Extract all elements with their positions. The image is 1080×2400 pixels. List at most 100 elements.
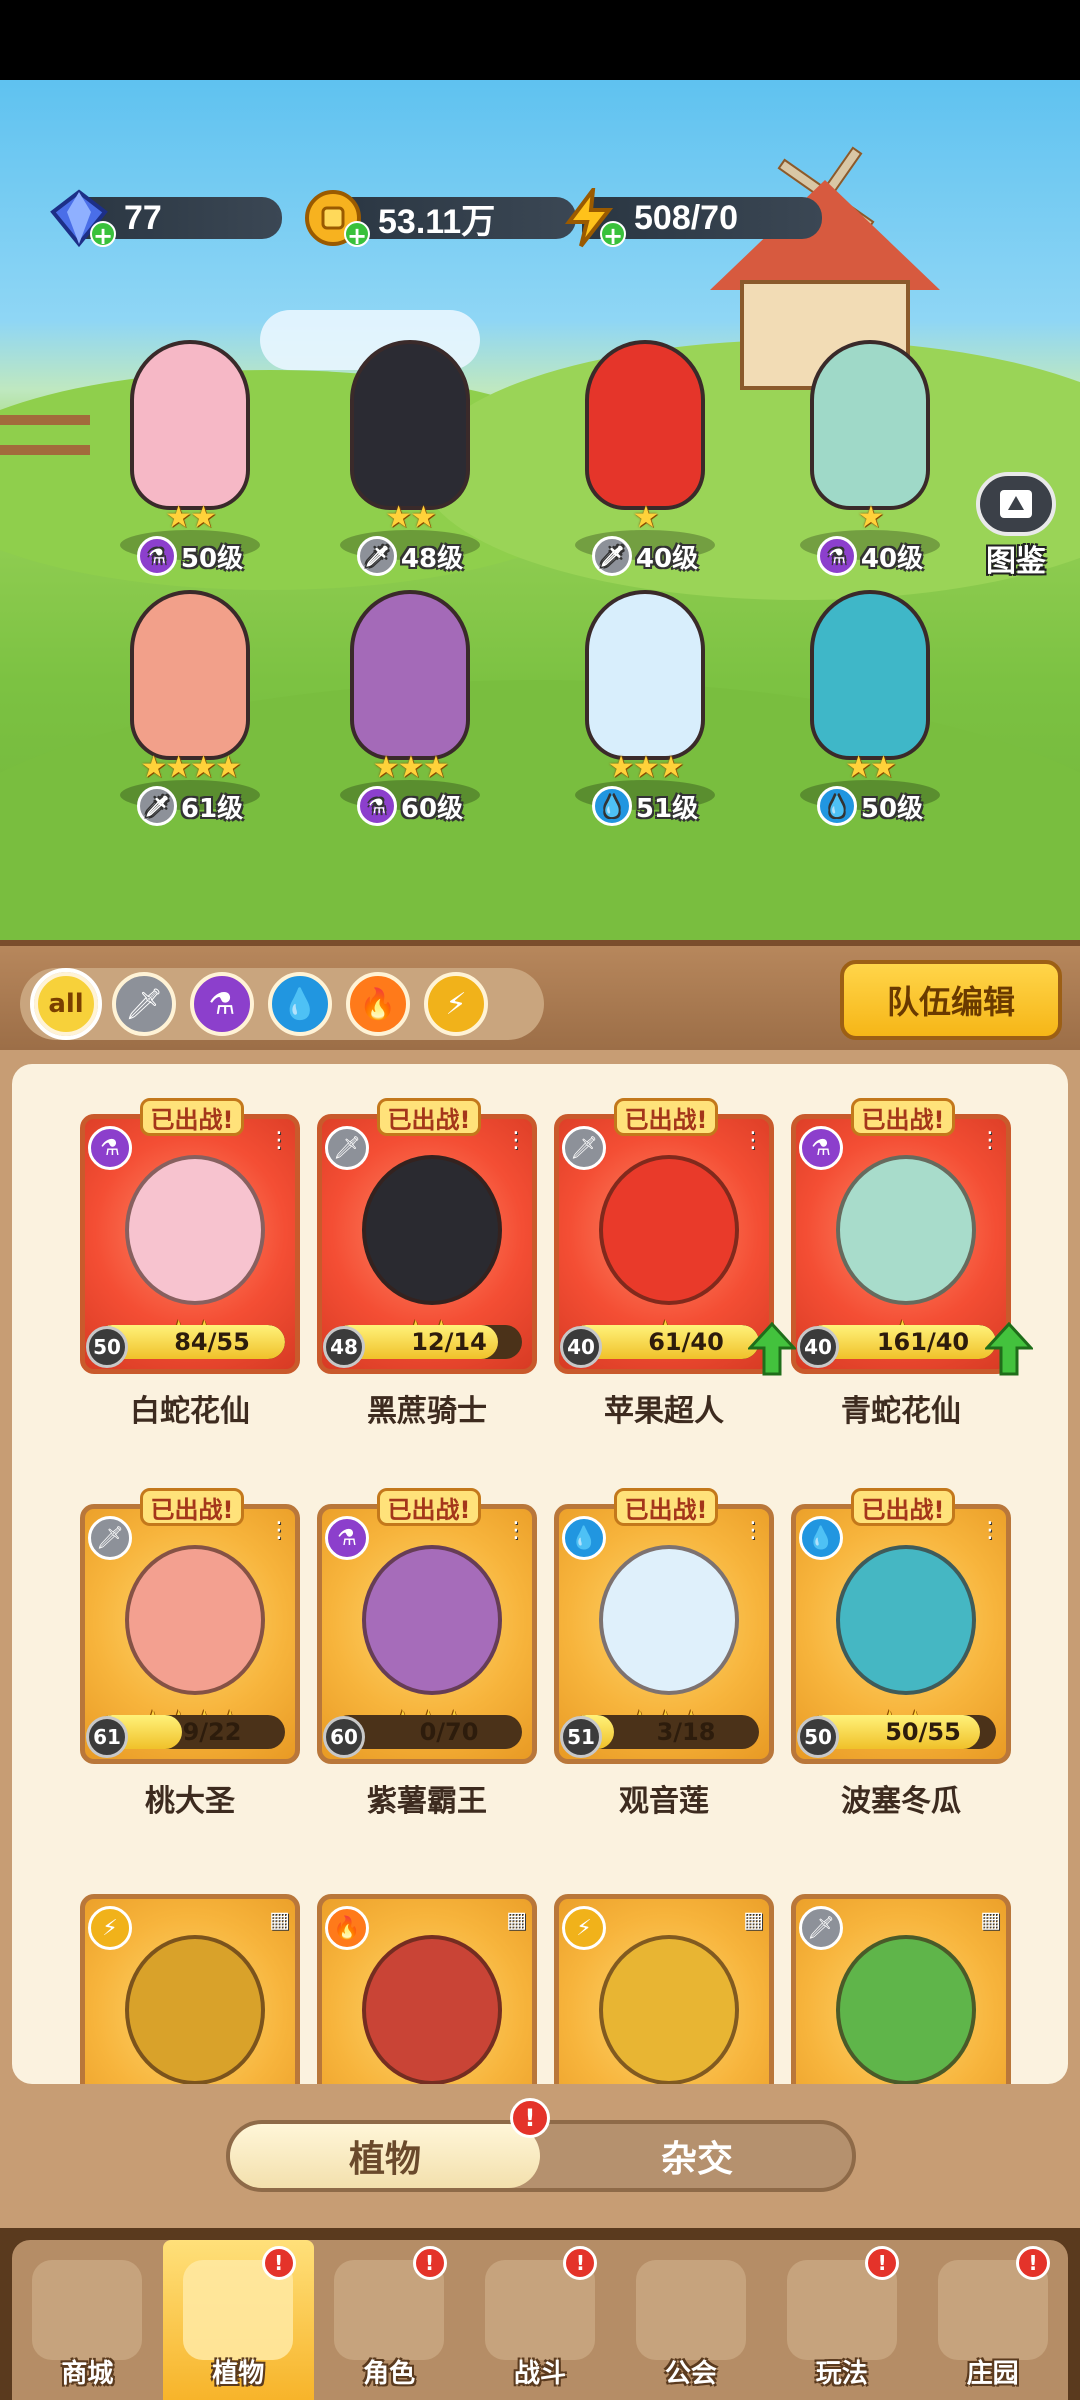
hero-level-text: 50级: [180, 543, 244, 574]
filter-fire-icon[interactable]: 🔥: [346, 972, 410, 1036]
team-edit-button[interactable]: 队伍编辑: [840, 960, 1062, 1040]
deployed-badge: 已出战!: [614, 1488, 718, 1526]
card-panel: ★★84/55已出战!⚗⋮50白蛇花仙★★12/14已出战!🗡⋮48黑蔗骑士★6…: [0, 1050, 1080, 2240]
plant-portrait: [125, 1545, 265, 1695]
add-coins-icon[interactable]: +: [344, 221, 370, 249]
filter-bolt-icon[interactable]: ⚡: [424, 972, 488, 1036]
team-hero[interactable]: ★★★ ⚗ 60级: [310, 590, 510, 830]
plant-portrait: [125, 1935, 265, 2084]
nav-label: 公会: [664, 2359, 717, 2389]
add-energy-icon[interactable]: +: [600, 221, 626, 249]
gem-counter[interactable]: + 77: [46, 188, 282, 249]
plant-card[interactable]: ★161/40已出战!⚗⋮40青蛇花仙: [791, 1098, 1035, 1429]
plant-card[interactable]: ★★50/55已出战!💧⋮50波塞冬瓜: [791, 1488, 1011, 1819]
sword-icon: 🗡: [325, 1126, 369, 1170]
hero-level: 🗡 48级: [310, 536, 510, 576]
deployed-badge: 已出战!: [377, 1098, 481, 1136]
add-gems-icon[interactable]: +: [90, 221, 116, 249]
plant-card[interactable]: 🔥 ▦: [317, 1894, 537, 2084]
filter-water-icon[interactable]: 💧: [268, 972, 332, 1036]
slot-icon: ⋮: [268, 1518, 290, 1543]
card-element: ⚗: [799, 1126, 843, 1170]
slot-icon: ⋮: [505, 1518, 527, 1543]
hero-sprite: [810, 340, 930, 510]
slot-icon: ⋮: [505, 1128, 527, 1153]
tab-hybrid[interactable]: 杂交: [542, 2124, 852, 2188]
progress-text: 12/14: [411, 1328, 487, 1356]
team-hero[interactable]: ★ 🗡 40级: [545, 340, 745, 580]
filter-all[interactable]: all: [30, 968, 102, 1040]
team-hero[interactable]: ★★★ 💧 51级: [545, 590, 745, 830]
upgrade-arrow-icon[interactable]: [746, 1321, 798, 1376]
nav-label: 植物: [212, 2359, 265, 2389]
magic-icon: ⚗: [325, 1516, 369, 1560]
card-element: 🗡: [799, 1906, 843, 1950]
card-name: 波塞冬瓜: [841, 1784, 961, 1819]
nav-label: 玩法: [815, 2359, 868, 2389]
codex-button[interactable]: 图鉴: [970, 472, 1062, 579]
nav-item[interactable]: 商城: [12, 2240, 163, 2400]
hero-stars: ★★★★: [140, 750, 242, 785]
plant-card[interactable]: ★★★★9/22已出战!🗡⋮61桃大圣: [80, 1488, 300, 1819]
slot-icon: ⋮: [979, 1518, 1001, 1543]
plant-card[interactable]: ★★84/55已出战!⚗⋮50白蛇花仙: [80, 1098, 300, 1429]
coin-counter[interactable]: + 53.11万: [300, 188, 576, 249]
bolt-icon: ⚡: [88, 1906, 132, 1950]
app-root: + 77 + 53.11万 + 508/70 图鉴 ★★ ⚗ 50级 ★★ 🗡 48级 ★ 🗡…: [0, 0, 1080, 2400]
plant-card[interactable]: ⚡ ▦: [80, 1894, 300, 2084]
hero-level: ⚗ 40级: [770, 536, 970, 576]
plant-card[interactable]: ⚡ ▦: [554, 1894, 774, 2084]
element-filters: all 🗡 ⚗ 💧 🔥 ⚡: [20, 968, 544, 1040]
magic-icon: ⚗: [816, 536, 857, 576]
hero-sprite: [130, 590, 250, 760]
filter-magic-icon[interactable]: ⚗: [190, 972, 254, 1036]
hero-level-text: 60级: [400, 793, 464, 824]
plant-card[interactable]: ★61/40已出战!🗡⋮40苹果超人: [554, 1098, 798, 1429]
card-name: 苹果超人: [604, 1394, 724, 1429]
upgrade-arrow-icon[interactable]: [983, 1321, 1035, 1376]
water-icon: 💧: [562, 1516, 606, 1560]
team-hero[interactable]: ★★ 🗡 48级: [310, 340, 510, 580]
sword-icon: 🗡: [591, 536, 632, 576]
nav-label: 庄园: [966, 2359, 1019, 2389]
hero-level-text: 61级: [180, 793, 244, 824]
nav-item[interactable]: 战斗!: [465, 2240, 616, 2400]
card-level: 51: [560, 1716, 602, 1758]
nav-item[interactable]: 植物!: [162, 2240, 314, 2400]
card-level: 40: [797, 1326, 839, 1368]
hero-level: 🗡 61级: [90, 786, 290, 826]
plant-card[interactable]: 🗡 ▦: [791, 1894, 1011, 2084]
bottom-nav: 商城 植物! 角色! 战斗! 公会 玩法! 庄园!: [0, 2228, 1080, 2400]
slot-icon: ▦: [269, 1908, 290, 1933]
progress-text: 84/55: [174, 1328, 250, 1356]
card-element: ⚗: [325, 1516, 369, 1560]
team-hero[interactable]: ★★ ⚗ 50级: [90, 340, 290, 580]
deployed-badge: 已出战!: [851, 1488, 955, 1526]
team-hero[interactable]: ★★★★ 🗡 61级: [90, 590, 290, 830]
plant-portrait: [599, 1545, 739, 1695]
nav-item[interactable]: 庄园!: [917, 2240, 1068, 2400]
energy-counter[interactable]: + 508/70: [556, 185, 822, 251]
plant-portrait: [836, 1935, 976, 2084]
slot-icon: ⋮: [742, 1128, 764, 1153]
plant-card[interactable]: ★★★3/18已出战!💧⋮51观音莲: [554, 1488, 774, 1819]
nav-item[interactable]: 玩法!: [766, 2240, 917, 2400]
tab-plants[interactable]: 植物: [230, 2124, 540, 2188]
slot-icon: ▦: [743, 1908, 764, 1933]
plant-portrait: [125, 1155, 265, 1305]
hero-sprite: [585, 340, 705, 510]
status-bar: [0, 0, 1080, 80]
hero-level-text: 51级: [635, 793, 699, 824]
plant-card[interactable]: ★★12/14已出战!🗡⋮48黑蔗骑士: [317, 1098, 537, 1429]
hero-sprite: [585, 590, 705, 760]
energy-icon: +: [556, 185, 626, 251]
plant-portrait: [362, 1935, 502, 2084]
team-hero[interactable]: ★★ 💧 50级: [770, 590, 970, 830]
plant-card[interactable]: ★★★0/70已出战!⚗⋮60紫薯霸王: [317, 1488, 537, 1819]
nav-item[interactable]: 角色!: [314, 2240, 465, 2400]
card-name: 紫薯霸王: [367, 1784, 487, 1819]
nav-item[interactable]: 公会: [615, 2240, 766, 2400]
team-hero[interactable]: ★ ⚗ 40级: [770, 340, 970, 580]
progress-text: 3/18: [656, 1718, 716, 1746]
filter-sword-icon[interactable]: 🗡: [112, 972, 176, 1036]
